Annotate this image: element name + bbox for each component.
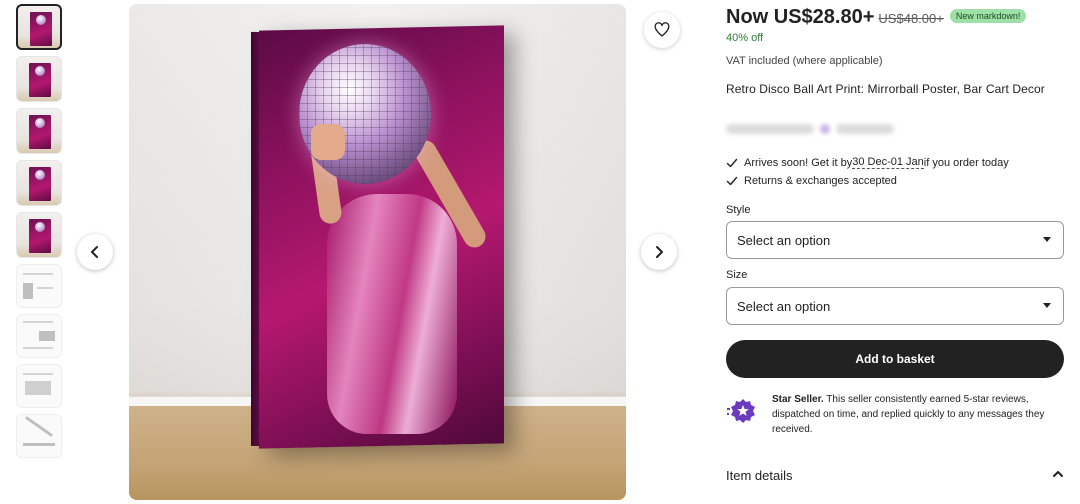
heart-icon (654, 22, 670, 37)
arrival-suffix: if you order today (923, 156, 1009, 169)
doc-line (37, 287, 53, 289)
caret-down-icon (1043, 303, 1051, 308)
chevron-left-icon (91, 246, 98, 258)
item-details-label: Item details (726, 468, 793, 483)
doc-line (23, 273, 53, 275)
peace-sign-hand (311, 124, 345, 160)
thumbnail-image (29, 115, 51, 149)
thumbnail-7[interactable] (16, 314, 62, 358)
thumbnail-8[interactable] (16, 364, 62, 408)
current-price: Now US$28.80+ (726, 6, 875, 28)
original-price: US$48.00+ (878, 11, 944, 26)
arrival-prefix: Arrives soon! Get it by (744, 156, 853, 169)
chevron-up-icon (1052, 468, 1064, 483)
thumbnail-5[interactable] (16, 212, 62, 258)
favourite-button[interactable] (644, 12, 680, 48)
thumbnail-9[interactable] (16, 414, 62, 458)
thumbnail-image (29, 63, 51, 97)
doc-block (23, 443, 55, 446)
doc-line (23, 373, 53, 375)
thumbnail-image (29, 167, 51, 201)
vat-note: VAT included (where applicable) (726, 55, 883, 67)
arrival-info: Arrives soon! Get it by 30 Dec-01 Jan if… (726, 156, 1009, 169)
doc-block (25, 381, 51, 395)
markdown-badge: New markdown! (949, 9, 1027, 23)
size-select-value: Select an option (737, 298, 831, 314)
thumbnail-3[interactable] (16, 108, 62, 154)
thumbnail-image (30, 12, 52, 46)
star-seller-mini-icon (820, 124, 830, 134)
figure-dress (327, 194, 457, 434)
chevron-right-icon (656, 246, 663, 258)
size-select[interactable]: Select an option (726, 287, 1064, 325)
doc-block (39, 331, 55, 341)
style-select[interactable]: Select an option (726, 221, 1064, 259)
doc-line (23, 347, 53, 349)
thumbnail-6[interactable] (16, 264, 62, 308)
thumbnail-4[interactable] (16, 160, 62, 206)
style-select-value: Select an option (737, 232, 831, 248)
doc-block (23, 283, 33, 299)
star-seller-heading: Star Seller. (772, 394, 824, 405)
disco-ball (299, 44, 431, 184)
returns-info: Returns & exchanges accepted (726, 175, 897, 187)
returns-text: Returns & exchanges accepted (744, 175, 897, 187)
star-seller-icon (727, 399, 755, 423)
previous-image-button[interactable] (77, 234, 113, 270)
add-to-basket-button[interactable]: Add to basket (726, 340, 1064, 378)
star-seller-text: Star Seller. This seller consistently ea… (772, 392, 1066, 437)
thumbnail-strip (16, 4, 64, 464)
product-title: Retro Disco Ball Art Print: Mirrorball P… (726, 82, 1045, 96)
thumbnail-image (29, 219, 51, 253)
caret-down-icon (1043, 237, 1051, 242)
blurred-shop-name (726, 124, 814, 134)
size-label: Size (726, 269, 748, 281)
percent-off: 40% off (726, 32, 764, 44)
arrival-dates[interactable]: 30 Dec-01 Jan (852, 156, 924, 169)
doc-block (25, 416, 53, 437)
seller-name-blurred[interactable] (726, 124, 894, 134)
next-image-button[interactable] (641, 234, 677, 270)
star-seller-info: Star Seller. This seller consistently ea… (726, 392, 1066, 437)
thumbnail-1[interactable] (16, 4, 62, 50)
thumbnail-2[interactable] (16, 56, 62, 102)
price-row: Now US$28.80+ US$48.00+ New markdown! (726, 6, 1027, 29)
style-label: Style (726, 204, 751, 216)
item-details-toggle[interactable]: Item details (726, 468, 1064, 483)
main-product-image[interactable] (129, 4, 626, 500)
doc-line (23, 321, 53, 323)
check-icon (726, 176, 738, 186)
blurred-rating (836, 124, 894, 134)
check-icon (726, 158, 738, 167)
